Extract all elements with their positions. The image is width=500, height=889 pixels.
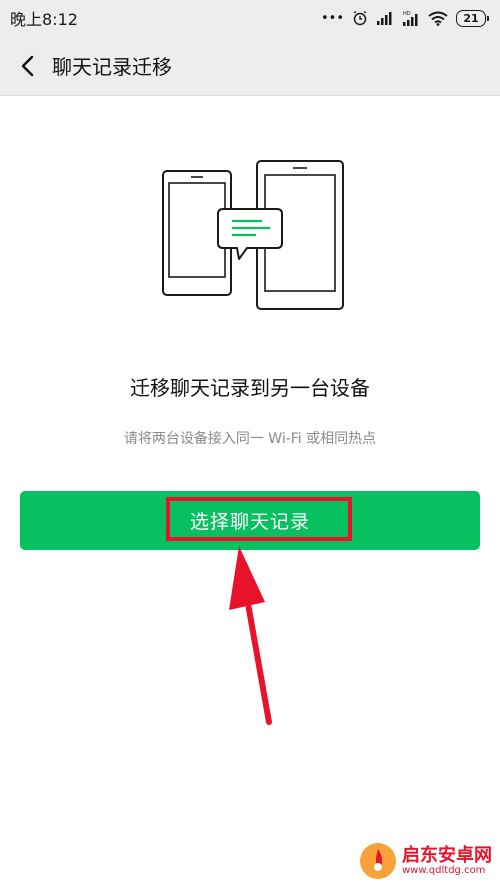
status-time: 晚上8:12 <box>10 10 78 29</box>
watermark-url: www.qdltdg.com <box>402 865 486 877</box>
select-chat-history-label: 选择聊天记录 <box>189 512 310 533</box>
nav-bar: 聊天记录迁移 <box>0 36 500 96</box>
watermark-logo-icon <box>360 843 396 879</box>
watermark: 启东安卓网 www.qdltdg.com <box>358 841 492 881</box>
back-button[interactable] <box>4 36 52 96</box>
watermark-name: 启东安卓网 <box>402 844 492 866</box>
status-icons: ••• HD 21 <box>320 9 489 27</box>
wifi-hint: 请将两台设备接入同一 Wi-Fi 或相同热点 <box>123 431 377 447</box>
wifi-icon <box>428 11 448 26</box>
more-dots: ••• <box>320 10 344 26</box>
device-migration-illustration <box>162 160 344 310</box>
signal-icon <box>377 12 392 25</box>
chevron-left-icon <box>21 55 34 76</box>
page-title: 聊天记录迁移 <box>52 55 172 79</box>
status-bar: 晚上8:12 ••• HD 21 <box>0 0 500 36</box>
svg-text:HD: HD <box>403 11 411 17</box>
battery-icon: 21 <box>456 9 489 27</box>
migration-heading: 迁移聊天记录到另一台设备 <box>130 376 370 400</box>
hd-signal-icon: HD <box>403 11 418 26</box>
alarm-icon <box>353 10 367 26</box>
annotation-arrow-icon <box>229 546 272 725</box>
